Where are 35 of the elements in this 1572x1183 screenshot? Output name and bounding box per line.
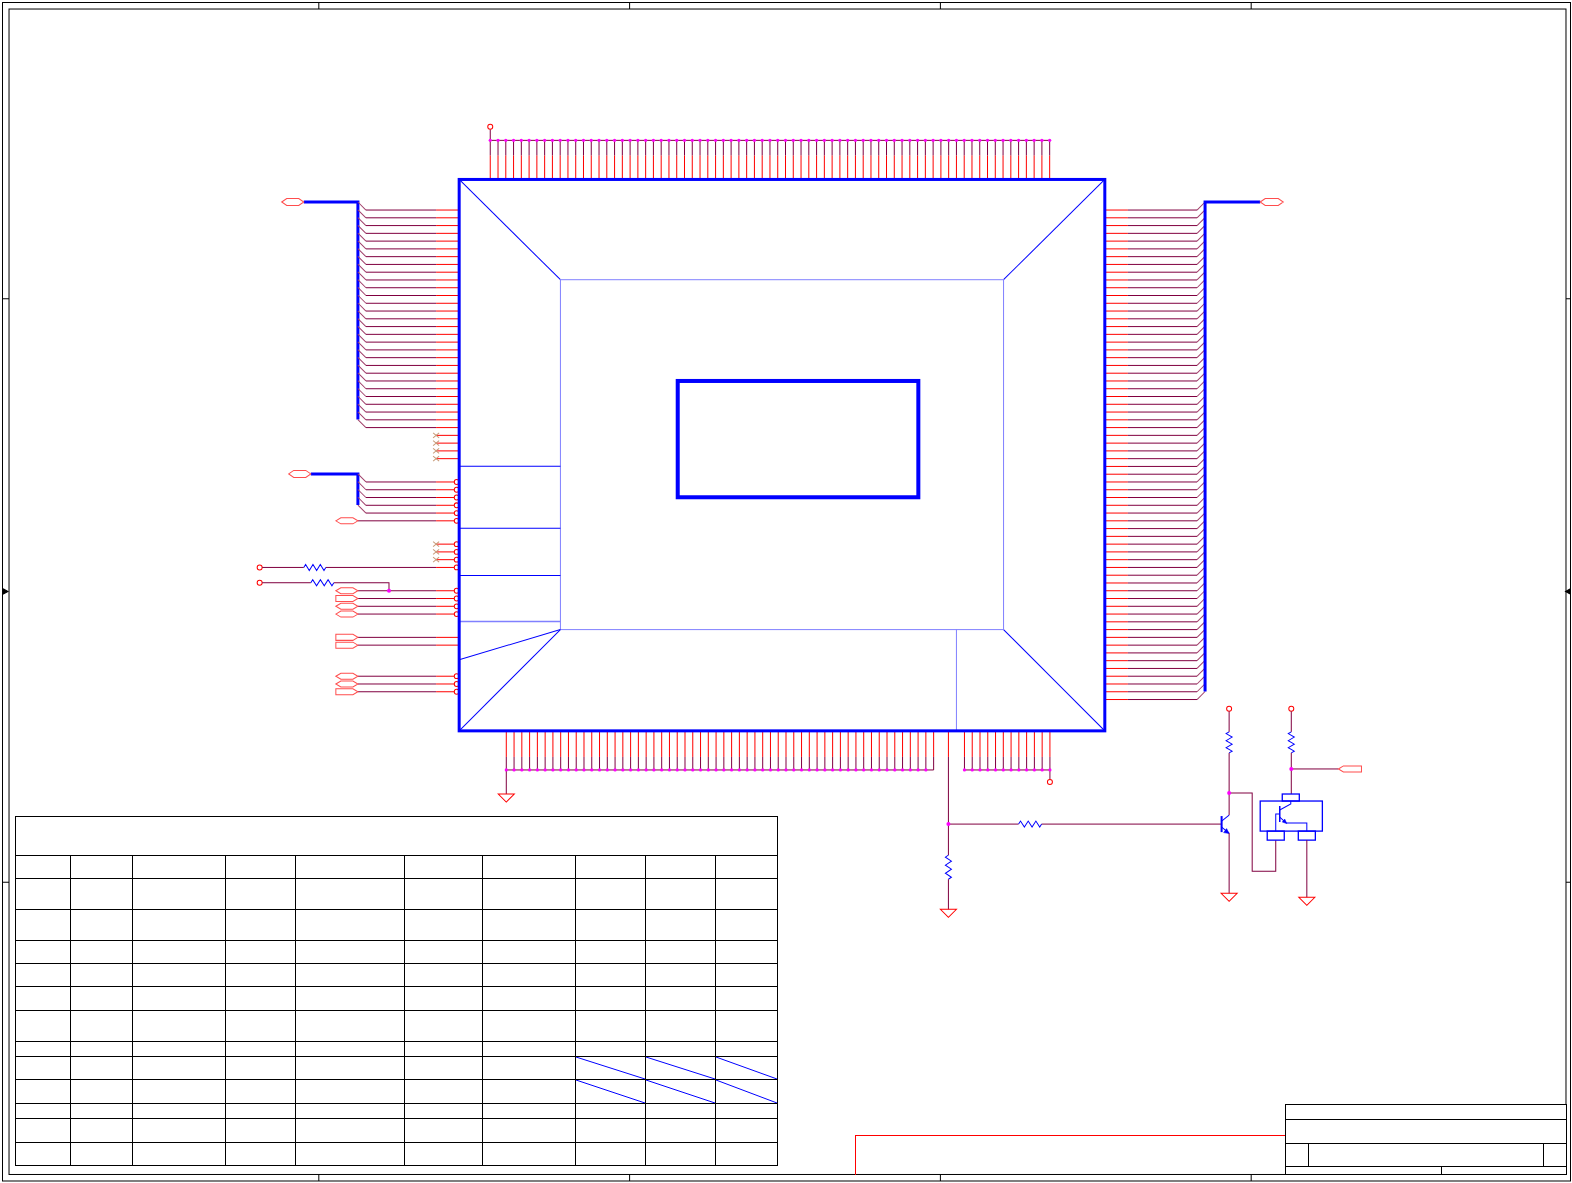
transistor-chip-drawing (1259, 793, 1323, 841)
ground-icon (1298, 896, 1316, 906)
resistor-icon (944, 854, 952, 880)
resistor-icon (303, 563, 327, 571)
junction-dot-icon (946, 822, 951, 827)
terminal-icon (256, 579, 263, 586)
terminal-icon (1288, 705, 1295, 712)
terminal-icon (256, 564, 263, 571)
junction-dot-icon (1227, 791, 1232, 795)
wire (1290, 711, 1292, 732)
wire (262, 566, 304, 568)
ground-icon (1220, 892, 1238, 902)
transistor-icon (1220, 814, 1230, 834)
resistor-icon (1287, 731, 1295, 754)
wire (947, 879, 949, 910)
terminal-icon (487, 123, 494, 130)
wire (1228, 711, 1230, 732)
junction-dot-icon (387, 588, 391, 593)
resistor-icon (1225, 731, 1233, 754)
port-icon (335, 517, 359, 525)
junction-dot-icon (1289, 766, 1294, 771)
wire (262, 582, 311, 584)
resistor-icon (1018, 820, 1043, 828)
ground-icon (497, 793, 515, 803)
port-icon (288, 469, 312, 478)
terminal-icon (1226, 705, 1233, 712)
wire (333, 582, 390, 592)
wire (1306, 840, 1308, 898)
bus-line (310, 472, 360, 506)
port-icon (1337, 765, 1362, 773)
ground-icon (939, 908, 957, 918)
port-icon (1259, 198, 1284, 206)
port-icon (281, 198, 305, 206)
terminal-icon (1046, 779, 1053, 785)
resistor-icon (310, 579, 335, 587)
